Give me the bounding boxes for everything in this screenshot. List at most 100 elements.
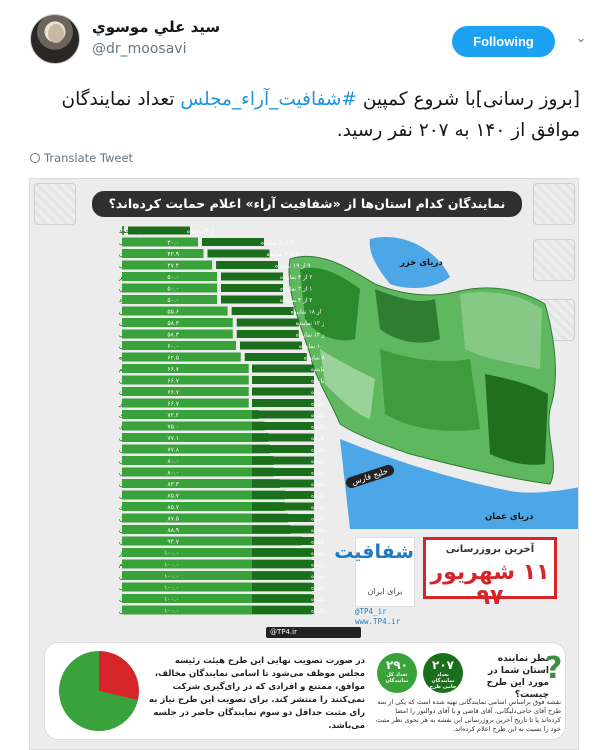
ratio-label-bg — [252, 479, 314, 488]
question-text: نظر نماینده استان شما در مورد این طرح چی… — [486, 654, 549, 700]
bar-value-label: ۵۰.۰ — [167, 274, 179, 281]
update-date-box: آخرین بروزرسانی ۱۱ شهریور ۹۷ — [423, 537, 557, 610]
methodology-note: نقشه فوق براساس اسامی نمایندگانی تهیه شد… — [375, 698, 561, 733]
bar-ratio-label: ۴ از ۶ نماینده — [311, 390, 324, 396]
ratio-label-bg — [252, 410, 314, 419]
bar-value-label: ۴۰.۰ — [167, 240, 179, 247]
ratio-label-bg — [252, 468, 314, 476]
ratio-label-bg — [236, 318, 299, 327]
caspian-sea-label: دریای خزر — [400, 258, 443, 268]
bar-ratio-label: ۷ از ۸ نماینده — [311, 517, 324, 523]
translate-tweet-link[interactable]: Translate Tweet — [30, 151, 133, 165]
bar-value-label: ۰ — [118, 228, 121, 235]
ratio-label-bg — [252, 594, 314, 603]
logo-word: شفافیت — [334, 541, 414, 563]
bar — [122, 387, 249, 396]
bar-value-label: ۱۰۰.۰ — [164, 550, 179, 557]
ratio-label-bg — [252, 583, 314, 591]
bar — [122, 375, 249, 385]
website-link: www.TP4.ir — [355, 617, 401, 626]
ratio-label-bg — [252, 456, 314, 465]
bar — [122, 467, 274, 477]
update-label: آخرین بروزرسانی — [445, 544, 535, 555]
bar-ratio-label: ۴ از ۵ نماینده — [311, 459, 324, 465]
bar-ratio-label: ۱۸ از ۱۹ نماینده — [311, 540, 324, 546]
bar-ratio-label: ۲ از ۳ نماینده — [311, 367, 324, 373]
update-date: ۱۱ شهریور ۹۷ — [430, 560, 550, 610]
logo-subtitle: برای ایران — [367, 587, 403, 596]
ratio-label-bg — [252, 445, 314, 453]
bar-ratio-label: ۲ از ۳ نماینده — [311, 402, 324, 408]
support-bar-chart: کهگیلویه و بویراحمد۰۰ از ۳ نمایندهاقلیت … — [118, 226, 324, 615]
user-handle[interactable]: @dr_moosavi — [92, 41, 186, 57]
bar-ratio-label: ۰ از ۳ نماینده — [187, 229, 219, 235]
bar-value-label: ۶۶.۷ — [167, 401, 179, 408]
avatar[interactable] — [30, 14, 80, 64]
globe-icon — [30, 153, 40, 163]
ratio-label-bg — [244, 353, 307, 361]
ratio-label-bg — [252, 491, 314, 499]
display-name[interactable]: سيد علي موسوي — [92, 18, 220, 36]
bar-ratio-label: ۴ از ۴ نماینده — [311, 586, 324, 592]
bar-value-label: ۶۶.۷ — [167, 366, 179, 373]
bar — [122, 226, 124, 235]
bar-ratio-label: ۳ از ۳ نماینده — [311, 574, 324, 580]
ratio-label-bg — [221, 284, 283, 292]
bar-ratio-label: ۶ از ۷ نماینده — [311, 505, 324, 511]
bar-ratio-label: ۱۰ از ۱۸ نماینده — [291, 310, 324, 316]
province-shape — [380, 349, 480, 431]
bar-value-label: ۷۷.۱ — [167, 435, 179, 442]
bar-ratio-label: ۵ از ۸ نماینده — [304, 356, 324, 362]
bottom-panel: در صورت تصویب نهایی این طرح هیئت رئیسه م… — [44, 642, 566, 740]
bar-value-label: ۸۳.۳ — [167, 481, 179, 488]
ratio-label-bg — [128, 226, 190, 235]
bar-ratio-label: ۱ از ۲ نماینده — [280, 287, 312, 293]
bar — [122, 433, 269, 442]
following-button[interactable]: Following — [452, 26, 555, 57]
chevron-down-icon[interactable]: ⌄ — [573, 31, 589, 47]
bar-ratio-label: ۹ از ۱۹ نماینده — [275, 264, 311, 270]
bar — [122, 444, 270, 454]
bar — [122, 421, 265, 431]
bar-value-label: ۱۰۰.۰ — [164, 562, 179, 569]
ratio-label-bg — [221, 295, 283, 304]
watermark-logo-icon — [34, 183, 76, 225]
bar-value-label: ۵۵.۶ — [167, 309, 179, 316]
ratio-label-bg — [252, 606, 314, 614]
bar — [122, 398, 249, 408]
bar-value-label: ۵۰.۰ — [167, 297, 179, 304]
bar-value-label: ۷۲.۲ — [167, 412, 179, 419]
infographic-title: نمایندگان کدام استان‌ها از «شفافیت آراء»… — [92, 191, 522, 217]
shafafiyat-logo: شفافیت برای ایران — [334, 537, 415, 607]
ratio-label-bg — [252, 422, 314, 430]
bar-value-label: ۸۰.۰ — [167, 470, 179, 477]
bar — [122, 456, 274, 465]
bar — [122, 237, 198, 247]
ratio-label-bg — [252, 525, 314, 534]
stat-total-value: ۲۹۰ — [386, 658, 408, 672]
bar-value-label: ۵۸.۳ — [167, 320, 179, 327]
bar-ratio-label: ۷ از ۱۲ نماینده — [296, 321, 324, 327]
infographic-image[interactable]: نمایندگان کدام استان‌ها از «شفافیت آراء»… — [29, 178, 579, 750]
bar — [122, 352, 241, 362]
bar-value-label: ۶۶.۷ — [167, 378, 179, 385]
ratio-label-bg — [240, 341, 302, 350]
bar-ratio-label: ۱۵ از ۱۸ نماینده — [311, 482, 324, 488]
bar — [122, 249, 204, 258]
bar-ratio-label: ۷ از ۹ نماینده — [311, 448, 324, 454]
stat-total-label: تعداد کل نمایندگان — [385, 672, 409, 684]
support-pie-chart — [59, 651, 139, 731]
bar-value-label: ۶۰.۰ — [167, 343, 179, 350]
bar-value-label: ۱۰۰.۰ — [164, 608, 179, 615]
bar-ratio-label: ۲ از ۴ نماینده — [280, 275, 312, 281]
ratio-label-bg — [252, 387, 314, 396]
question-mark-icon: ? — [545, 651, 563, 686]
tweet-text-prefix: [بروز رسانی]با شروع کمپین — [356, 89, 580, 110]
ratio-label-bg — [231, 307, 294, 315]
hashtag-link[interactable]: #شفافیت_آراء_مجلس — [180, 89, 357, 110]
ratio-label-bg — [252, 514, 314, 522]
bar-value-label: ۷۷.۸ — [167, 447, 179, 454]
bar — [122, 410, 260, 419]
ratio-label-bg — [252, 537, 314, 545]
bar-ratio-label: ۳ از ۷ نماینده — [267, 252, 299, 258]
